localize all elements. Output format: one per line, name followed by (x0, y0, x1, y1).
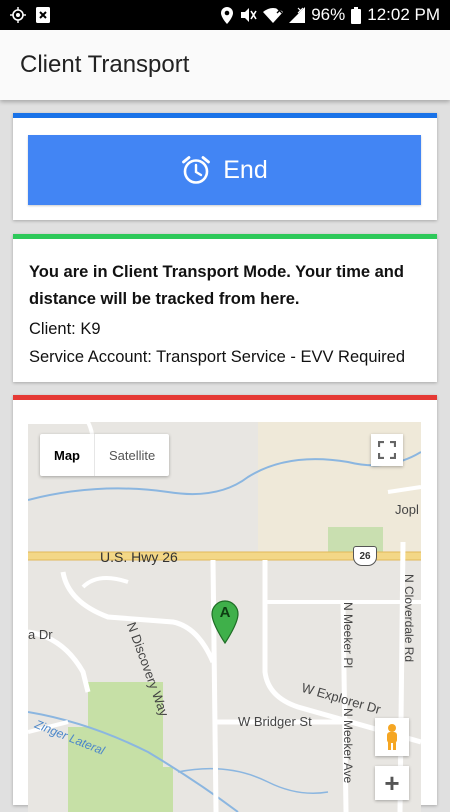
map-marker-label: A (219, 604, 231, 621)
client-line: Client: K9 (29, 320, 101, 338)
close-notification-icon (36, 7, 50, 23)
app-bar: Client Transport (0, 30, 450, 100)
map-label-meeker-pl: N Meeker Pl (341, 602, 355, 669)
transport-info-card: You are in Client Transport Mode. Your t… (13, 234, 437, 382)
battery-icon (351, 6, 362, 24)
map-label-bridger-st: W Bridger St (238, 714, 312, 729)
fullscreen-button[interactable] (371, 434, 403, 466)
status-time: 12:02 PM (367, 5, 440, 24)
location-pin-icon (221, 6, 234, 24)
mode-message: You are in Client Transport Mode. Your t… (29, 263, 404, 308)
highway-shield: 26 (353, 546, 377, 566)
location-target-icon (10, 7, 26, 23)
map-label-dr: a Dr (28, 627, 53, 642)
map-type-satellite[interactable]: Satellite (95, 434, 169, 476)
map-label-jopl: Jopl (395, 502, 419, 517)
fullscreen-icon (378, 441, 396, 459)
map-view[interactable]: Jopl U.S. Hwy 26 26 N Discovery Way N Cl… (28, 422, 421, 812)
alarm-clock-icon (181, 155, 211, 185)
plus-icon: + (384, 767, 400, 798)
battery-percent: 96% (311, 5, 346, 24)
map-type-map[interactable]: Map (40, 434, 95, 476)
status-bar: 96% 12:02 PM (0, 0, 450, 30)
map-label-meeker-ave: N Meeker Ave (341, 708, 355, 784)
map-label-cloverdale-rd: N Cloverdale Rd (402, 574, 416, 663)
page-title: Client Transport (20, 51, 190, 78)
wifi-icon (263, 7, 284, 23)
end-card: End (13, 113, 437, 220)
highway-shield-number: 26 (359, 550, 371, 562)
zoom-in-button[interactable]: + (375, 766, 409, 800)
map-card: Jopl U.S. Hwy 26 26 N Discovery Way N Cl… (13, 395, 437, 812)
end-button[interactable]: End (28, 135, 421, 205)
mute-icon (239, 7, 257, 23)
map-label-highway: U.S. Hwy 26 (100, 549, 178, 565)
pegman-icon (387, 724, 397, 750)
street-view-button[interactable] (375, 718, 409, 756)
map-marker[interactable]: A (211, 600, 239, 645)
service-account-line: Service Account: Transport Service - EVV… (29, 348, 406, 366)
map-type-control: Map Satellite (40, 434, 170, 476)
signal-icon (289, 7, 306, 23)
end-button-label: End (223, 155, 268, 184)
